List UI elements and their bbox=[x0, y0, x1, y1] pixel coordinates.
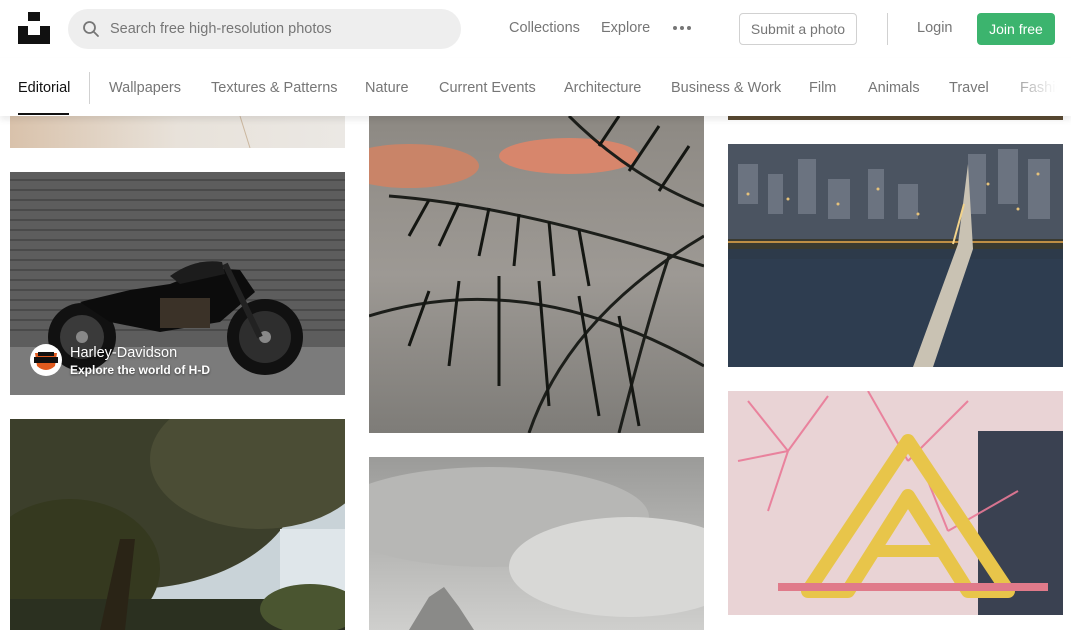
topic-architecture[interactable]: Architecture bbox=[564, 80, 641, 96]
nav-collections[interactable]: Collections bbox=[509, 20, 580, 36]
photo-cloudy-mountain[interactable] bbox=[369, 457, 704, 630]
login-link[interactable]: Login bbox=[917, 20, 952, 36]
photo-fabric[interactable] bbox=[10, 116, 345, 148]
sponsor-tagline: Explore the world of H-D bbox=[70, 363, 211, 377]
photo-harley-davidson-sponsored[interactable]: Harley-Davidson Explore the world of H-D bbox=[10, 172, 345, 395]
unsplash-logo-icon[interactable] bbox=[18, 12, 50, 44]
topic-editorial[interactable]: Editorial bbox=[18, 80, 70, 96]
topic-current-events[interactable]: Current Events bbox=[439, 80, 536, 96]
search-icon[interactable] bbox=[82, 20, 100, 38]
topic-film[interactable]: Film bbox=[809, 80, 836, 96]
top-header: Collections Explore Submit a photo Login… bbox=[0, 0, 1071, 58]
topic-wallpapers[interactable]: Wallpapers bbox=[109, 80, 181, 96]
join-free-button[interactable]: Join free bbox=[977, 13, 1055, 45]
active-topic-underline bbox=[18, 113, 69, 115]
photo-tree[interactable] bbox=[10, 419, 345, 630]
photo-palm-silhouette[interactable] bbox=[369, 116, 704, 433]
nav-explore[interactable]: Explore bbox=[601, 20, 650, 36]
submit-photo-button[interactable]: Submit a photo bbox=[739, 13, 857, 45]
topic-business-work[interactable]: Business & Work bbox=[671, 80, 781, 96]
photo-city-bridge[interactable] bbox=[728, 144, 1063, 367]
photo-neon-letter-a[interactable] bbox=[728, 391, 1063, 615]
sponsor-name[interactable]: Harley-Davidson bbox=[70, 345, 177, 361]
photo-city-night-top[interactable] bbox=[728, 116, 1063, 120]
topic-divider bbox=[89, 72, 90, 104]
topic-nav: Editorial Wallpapers Textures & Patterns… bbox=[0, 58, 1071, 116]
topic-nature[interactable]: Nature bbox=[365, 80, 409, 96]
topic-animals[interactable]: Animals bbox=[868, 80, 920, 96]
more-options-icon[interactable] bbox=[671, 18, 693, 38]
header-divider bbox=[887, 13, 888, 45]
search-input[interactable] bbox=[110, 9, 450, 49]
search-bar[interactable] bbox=[68, 9, 461, 49]
topic-textures-patterns[interactable]: Textures & Patterns bbox=[211, 80, 338, 96]
topic-travel[interactable]: Travel bbox=[949, 80, 989, 96]
topic-fashion[interactable]: Fashion bbox=[1020, 80, 1071, 96]
harley-davidson-avatar[interactable] bbox=[30, 344, 62, 376]
